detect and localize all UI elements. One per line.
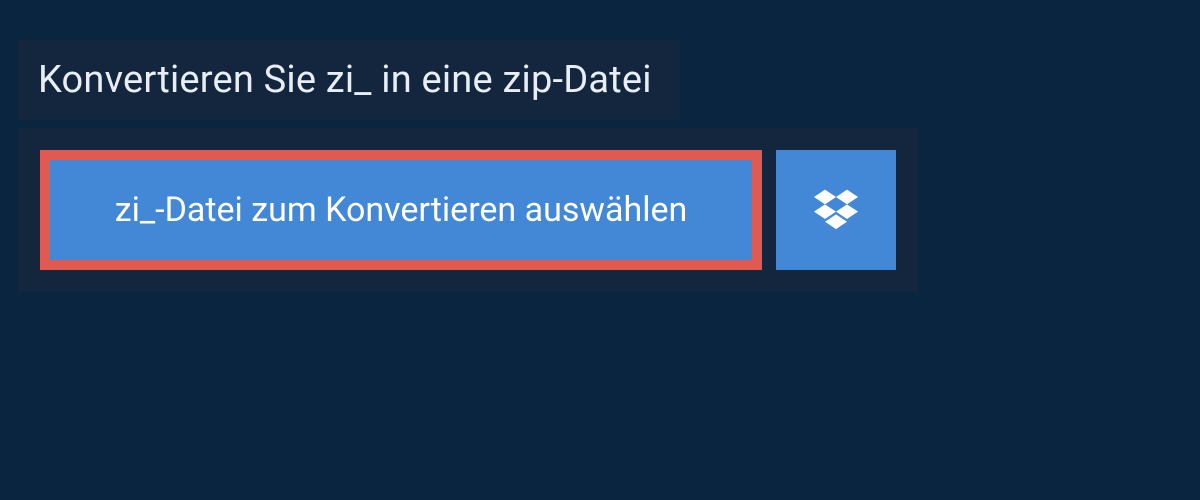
dropbox-icon (814, 186, 858, 234)
title-bar: Konvertieren Sie zi_ in eine zip-Datei (18, 40, 680, 120)
upload-panel: zi_-Datei zum Konvertieren auswählen (18, 128, 918, 292)
dropbox-button[interactable] (776, 150, 896, 270)
select-file-label: zi_-Datei zum Konvertieren auswählen (115, 190, 688, 230)
select-file-button[interactable]: zi_-Datei zum Konvertieren auswählen (40, 150, 762, 270)
page-title: Konvertieren Sie zi_ in eine zip-Datei (38, 58, 652, 102)
